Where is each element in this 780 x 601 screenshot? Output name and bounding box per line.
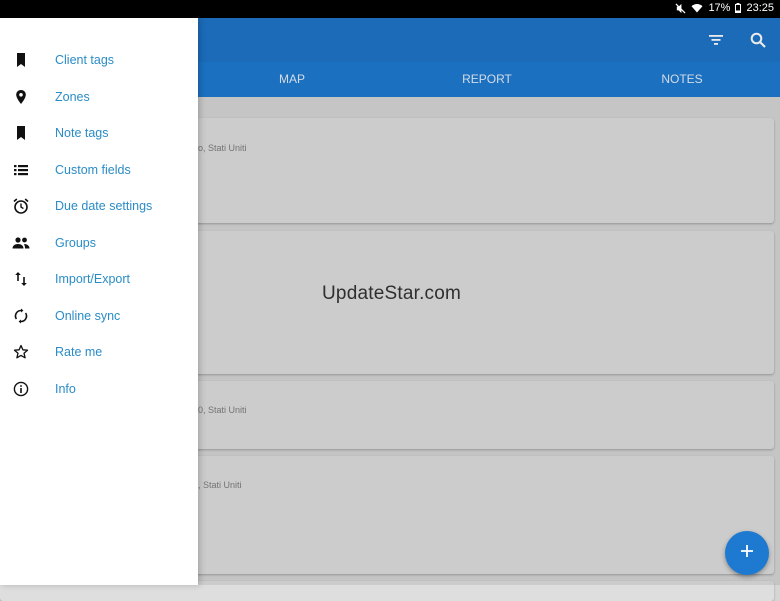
battery-icon [735, 3, 742, 13]
tab-report[interactable]: REPORT [427, 62, 547, 97]
list-icon [12, 161, 30, 179]
drawer-item-online-sync[interactable]: Online sync [0, 298, 198, 334]
drawer-item-label: Zones [55, 90, 90, 104]
bookmark-icon [12, 124, 30, 142]
bookmark-icon [12, 51, 30, 69]
drawer-item-label: Online sync [55, 309, 121, 323]
drawer-item-note-tags[interactable]: Note tags [0, 115, 198, 151]
info-icon [12, 380, 30, 398]
drawer-item-due-date-settings[interactable]: Due date settings [0, 188, 198, 224]
status-bar: 17% 23:25 [0, 0, 780, 18]
battery-percent: 17% [708, 2, 731, 14]
group-icon [12, 234, 30, 252]
drawer-item-label: Rate me [55, 345, 103, 359]
client-address: , Stati Uniti [198, 480, 242, 490]
client-address: o, Stati Uniti [198, 143, 247, 153]
mute-icon [675, 2, 686, 14]
drawer-item-zones[interactable]: Zones [0, 79, 198, 115]
add-icon [740, 544, 754, 563]
drawer-item-label: Custom fields [55, 163, 131, 177]
drawer-item-label: Client tags [55, 53, 115, 67]
client-address: 0, Stati Uniti [198, 405, 247, 415]
drawer-item-label: Note tags [55, 126, 109, 140]
location-pin-icon [12, 88, 30, 106]
add-button[interactable] [725, 531, 769, 575]
clock: 23:25 [746, 2, 774, 14]
drawer-item-import-export[interactable]: Import/Export [0, 261, 198, 297]
drawer-item-label: Import/Export [55, 272, 131, 286]
wifi-icon [691, 3, 703, 13]
drawer-item-rate-me[interactable]: Rate me [0, 334, 198, 370]
drawer-item-groups[interactable]: Groups [0, 225, 198, 261]
alarm-clock-icon [12, 197, 30, 215]
navigation-drawer: Client tags Zones Note tags Custom field… [0, 18, 198, 585]
drawer-item-label: Due date settings [55, 199, 153, 213]
filter-icon[interactable] [704, 28, 728, 52]
watermark: UpdateStar.com [322, 283, 462, 304]
sync-icon [12, 307, 30, 325]
search-icon[interactable] [746, 28, 770, 52]
drawer-item-label: Groups [55, 236, 96, 250]
import-export-icon [12, 270, 30, 288]
status-icons: 17% 23:25 [675, 2, 774, 14]
drawer-item-client-tags[interactable]: Client tags [0, 42, 198, 78]
star-icon [12, 343, 30, 361]
tab-map[interactable]: MAP [232, 62, 352, 97]
drawer-item-label: Info [55, 382, 76, 396]
drawer-item-custom-fields[interactable]: Custom fields [0, 152, 198, 188]
tab-notes[interactable]: NOTES [622, 62, 742, 97]
drawer-item-info[interactable]: Info [0, 371, 198, 407]
